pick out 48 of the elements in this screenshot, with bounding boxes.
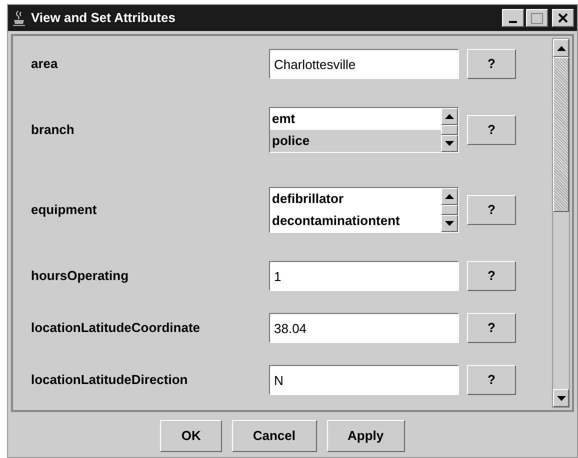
close-button[interactable]: [552, 9, 574, 27]
scroll-up-button[interactable]: [553, 39, 569, 57]
help-button[interactable]: ?: [467, 365, 516, 395]
dialog-button[interactable]: OK: [160, 420, 222, 452]
dialog-button[interactable]: Apply: [326, 420, 405, 452]
minimize-button[interactable]: [502, 9, 524, 27]
help-button[interactable]: ?: [467, 49, 516, 79]
scroll-down-button[interactable]: [441, 215, 458, 232]
attribute-label: hoursOperating: [31, 267, 130, 286]
help-button[interactable]: ?: [467, 261, 516, 291]
text-field[interactable]: Charlottesville: [269, 49, 459, 79]
cup-icon: [11, 9, 27, 27]
scroll-up-button[interactable]: [441, 188, 458, 205]
help-button[interactable]: ?: [467, 115, 516, 145]
text-field[interactable]: N: [269, 365, 459, 395]
scrollbar[interactable]: [441, 108, 458, 152]
maximize-icon: [531, 12, 543, 24]
attribute-label: locationLatitudeCoordinate: [31, 319, 201, 338]
text-field[interactable]: 1: [269, 261, 459, 291]
scroll-down-button[interactable]: [441, 135, 458, 152]
attribute-label: locationLatitudeDirection: [31, 371, 189, 390]
down-arrow-icon: [445, 141, 454, 146]
maximize-button[interactable]: [526, 9, 548, 27]
help-button[interactable]: ?: [467, 195, 516, 225]
text-field[interactable]: 38.04: [269, 313, 459, 343]
list-box[interactable]: defibrillator decontaminationtent: [269, 187, 459, 233]
up-arrow-icon: [445, 114, 454, 119]
panel-scrollbar[interactable]: [552, 38, 570, 408]
scroll-down-button[interactable]: [553, 389, 569, 407]
scroll-thumb[interactable]: [441, 205, 458, 215]
up-arrow-icon: [556, 46, 566, 50]
down-arrow-icon: [445, 221, 454, 226]
scroll-up-button[interactable]: [441, 108, 458, 125]
dialog-button[interactable]: Cancel: [232, 420, 316, 452]
up-arrow-icon: [445, 194, 454, 199]
scrollbar[interactable]: [441, 188, 458, 232]
attribute-label: equipment: [31, 201, 98, 220]
close-icon: [558, 13, 568, 23]
help-button[interactable]: ?: [467, 313, 516, 343]
scroll-thumb[interactable]: [553, 57, 569, 212]
minimize-icon: [509, 21, 517, 23]
list-box[interactable]: emt police: [269, 107, 459, 153]
down-arrow-icon: [556, 396, 566, 400]
window-title: View and Set Attributes: [31, 9, 176, 28]
attribute-label: area: [31, 55, 59, 74]
scroll-thumb[interactable]: [441, 125, 458, 135]
list-item[interactable]: police: [270, 130, 441, 152]
attribute-label: branch: [31, 121, 76, 140]
